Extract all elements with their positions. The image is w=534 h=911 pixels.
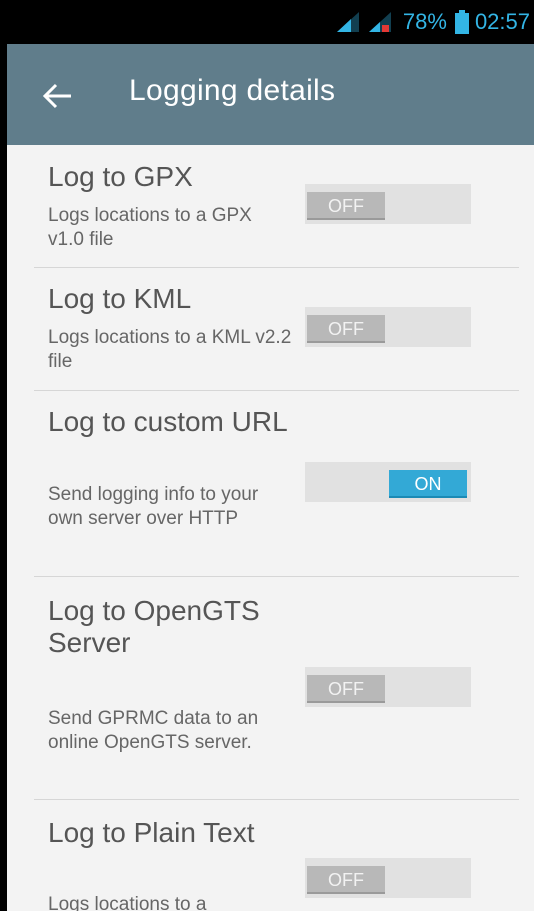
setting-summary: Logs locations to a GPX v1.0 file <box>48 205 252 250</box>
setting-log-to-custom-url[interactable]: Log to custom URL Send logging info to y… <box>7 391 534 576</box>
opengts-toggle-switch[interactable]: OFF <box>305 667 471 707</box>
settings-list: Log to GPX Logs locations to a GPX v1.0 … <box>7 145 534 911</box>
toggle-thumb: OFF <box>307 675 385 703</box>
toggle-thumb: OFF <box>307 866 385 894</box>
setting-summary: Logs locations to a <box>48 894 207 911</box>
kml-toggle-switch[interactable]: OFF <box>305 307 471 347</box>
setting-title: Log to GPX <box>48 161 193 192</box>
setting-title: Log to OpenGTS Server <box>48 595 260 658</box>
app-bar: Logging details <box>7 44 534 145</box>
toggle-thumb: OFF <box>307 192 385 220</box>
screen: 78% 02:57 Logging details Log to GPX Log… <box>0 0 534 911</box>
setting-title: Log to KML <box>48 283 192 314</box>
battery-percent: 78% <box>402 9 447 34</box>
signal-strength-icon <box>336 12 359 32</box>
toggle-thumb: ON <box>389 470 467 498</box>
setting-log-to-gpx[interactable]: Log to GPX Logs locations to a GPX v1.0 … <box>7 145 534 267</box>
setting-summary: Send logging info to your own server ove… <box>48 484 259 529</box>
status-time: 02:57 <box>474 9 530 34</box>
toggle-thumb: OFF <box>307 315 385 343</box>
setting-title: Log to Plain Text <box>48 817 255 848</box>
page-title: Logging details <box>129 74 336 107</box>
gpx-toggle-switch[interactable]: OFF <box>305 184 471 224</box>
plain-text-toggle-switch[interactable]: OFF <box>305 858 471 898</box>
custom-url-toggle-switch[interactable]: ON <box>305 462 471 502</box>
setting-log-to-opengts-server[interactable]: Log to OpenGTS Server Send GPRMC data to… <box>7 577 534 799</box>
arrow-left-icon[interactable] <box>41 82 73 110</box>
setting-title: Log to custom URL <box>48 406 288 437</box>
signal-strength-2-icon <box>368 12 391 32</box>
setting-summary: Logs locations to a KML v2.2 file <box>48 327 292 372</box>
setting-summary: Send GPRMC data to an online OpenGTS ser… <box>48 708 259 753</box>
setting-log-to-kml[interactable]: Log to KML Logs locations to a KML v2.2 … <box>7 268 534 390</box>
setting-log-to-plain-text[interactable]: Log to Plain Text Logs locations to a OF… <box>7 800 534 911</box>
battery-icon <box>454 10 469 34</box>
status-bar: 78% 02:57 <box>0 0 534 44</box>
